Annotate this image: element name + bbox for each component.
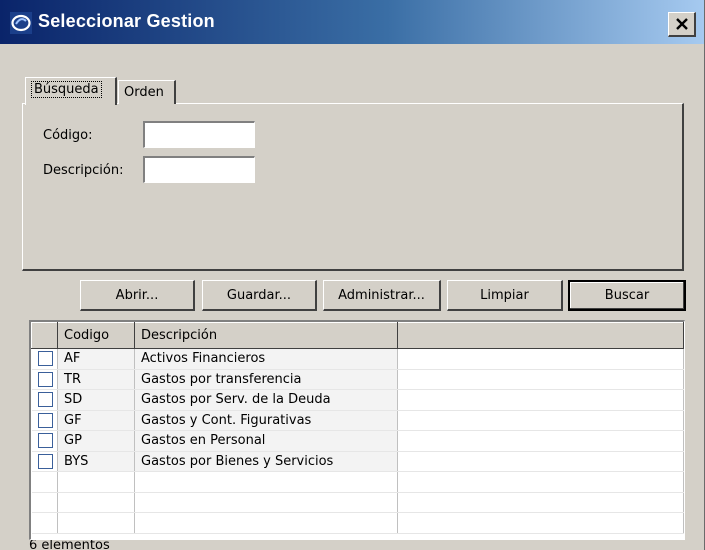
- cell-codigo: SD: [57, 389, 135, 411]
- row-checkbox[interactable]: [37, 433, 53, 449]
- guardar-button[interactable]: Guardar...: [202, 280, 317, 311]
- cell-descripcion: Gastos por Bienes y Servicios: [134, 451, 398, 472]
- window-title: Seleccionar Gestion: [38, 11, 215, 31]
- cell-codigo: GF: [57, 410, 135, 431]
- abrir-button[interactable]: Abrir...: [80, 280, 195, 311]
- codigo-input[interactable]: [143, 121, 255, 148]
- table-row[interactable]: GP Gastos en Personal: [31, 430, 684, 452]
- status-count: 6 elementos: [29, 540, 110, 550]
- title-bar[interactable]: Seleccionar Gestion: [0, 0, 704, 44]
- limpiar-button[interactable]: Limpiar: [447, 280, 563, 311]
- tab-orden[interactable]: Orden: [118, 80, 176, 104]
- results-table: Codigo Descripción AF Activos Financiero…: [31, 322, 684, 534]
- empty-row: [31, 492, 684, 513]
- table-row[interactable]: SD Gastos por Serv. de la Deuda: [31, 389, 684, 411]
- table-row[interactable]: TR Gastos por transferencia: [31, 369, 684, 390]
- table-row[interactable]: AF Activos Financieros: [31, 348, 684, 370]
- close-button[interactable]: [668, 12, 696, 37]
- column-header-filler: [397, 322, 684, 349]
- empty-row: [31, 471, 684, 493]
- tab-busqueda-label: Búsqueda: [31, 81, 102, 98]
- descripcion-input[interactable]: [143, 156, 255, 183]
- dialog-window: Seleccionar Gestion Búsqueda Orden Códig…: [0, 0, 705, 550]
- administrar-button[interactable]: Administrar...: [323, 280, 441, 311]
- results-grid[interactable]: Codigo Descripción AF Activos Financiero…: [29, 320, 685, 540]
- row-checkbox[interactable]: [37, 412, 53, 428]
- close-icon: [676, 18, 688, 30]
- cell-descripcion: Activos Financieros: [134, 348, 398, 370]
- empty-row: [31, 512, 684, 534]
- cell-descripcion: Gastos por Serv. de la Deuda: [134, 389, 398, 411]
- app-logo-icon: [10, 12, 32, 34]
- tab-busqueda[interactable]: Búsqueda: [25, 77, 117, 105]
- column-header-descripcion[interactable]: Descripción: [134, 322, 398, 349]
- table-header-row: Codigo Descripción: [31, 322, 684, 349]
- cell-codigo: TR: [57, 369, 135, 390]
- table-row[interactable]: GF Gastos y Cont. Figurativas: [31, 410, 684, 431]
- codigo-label: Código:: [43, 128, 93, 143]
- descripcion-label: Descripción:: [43, 163, 124, 178]
- row-checkbox[interactable]: [37, 392, 53, 408]
- row-checkbox[interactable]: [37, 351, 53, 367]
- buscar-button[interactable]: Buscar: [568, 280, 686, 311]
- cell-codigo: BYS: [57, 451, 135, 472]
- cell-descripcion: Gastos en Personal: [134, 430, 398, 452]
- column-header-select[interactable]: [31, 322, 58, 349]
- row-checkbox[interactable]: [37, 371, 53, 387]
- table-row[interactable]: BYS Gastos por Bienes y Servicios: [31, 451, 684, 472]
- cell-descripcion: Gastos por transferencia: [134, 369, 398, 390]
- cell-codigo: GP: [57, 430, 135, 452]
- cell-codigo: AF: [57, 348, 135, 370]
- row-checkbox[interactable]: [37, 453, 53, 469]
- tab-orden-label: Orden: [124, 85, 164, 100]
- column-header-codigo[interactable]: Codigo: [57, 322, 135, 349]
- search-panel: Código: Descripción:: [22, 103, 684, 271]
- cell-descripcion: Gastos y Cont. Figurativas: [134, 410, 398, 431]
